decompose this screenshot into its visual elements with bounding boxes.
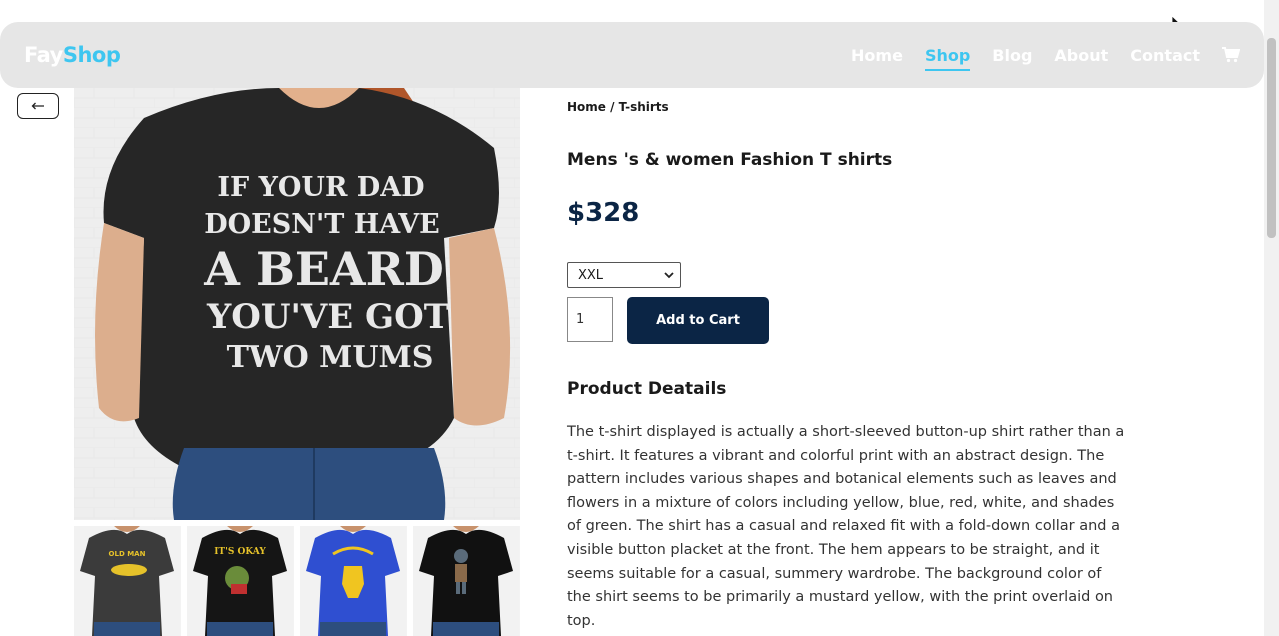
nav-home[interactable]: Home (851, 46, 903, 65)
quantity-input[interactable]: 1 (567, 297, 613, 342)
nav-about[interactable]: About (1054, 46, 1108, 65)
size-select[interactable]: XXL (567, 262, 681, 288)
add-to-cart-button[interactable]: Add to Cart (627, 297, 769, 344)
navbar: FayShop Home Shop Blog About Contact (0, 22, 1264, 88)
breadcrumb[interactable]: Home / T-shirts (567, 100, 669, 114)
chevron-down-icon (664, 271, 674, 278)
logo[interactable]: FayShop (24, 43, 121, 67)
shirt-print-line: A BEARD (203, 242, 443, 296)
thumbnail-print: OLD MAN (109, 550, 146, 558)
back-button[interactable] (17, 93, 59, 119)
thumbnail-4[interactable] (413, 526, 520, 636)
product-title: Mens 's & women Fashion T shirts (567, 150, 893, 170)
thumbnail-strip: OLD MAN IT'S OKAY (74, 526, 520, 636)
thumbnail-3[interactable] (300, 526, 407, 636)
thumbnail-1[interactable]: OLD MAN (74, 526, 181, 636)
nav-blog[interactable]: Blog (992, 46, 1032, 65)
scrollbar[interactable] (1264, 0, 1279, 636)
nav-links: Home Shop Blog About Contact (829, 46, 1240, 71)
shirt-print-line: DOESN'T HAVE (204, 209, 439, 240)
shirt-print-line: YOU'VE GOT (206, 297, 449, 337)
cart-icon[interactable] (1222, 47, 1240, 63)
product-price: $328 (567, 198, 640, 228)
logo-part-2: Shop (62, 43, 121, 67)
shirt-print-line: TWO MUMS (227, 340, 434, 375)
nav-contact[interactable]: Contact (1130, 46, 1200, 65)
nav-shop[interactable]: Shop (924, 46, 971, 71)
thumbnail-print: IT'S OKAY (214, 547, 266, 557)
shirt-print-line: IF YOUR DAD (217, 172, 424, 203)
product-description: The t-shirt displayed is actually a shor… (567, 424, 1125, 629)
scrollbar-thumb[interactable] (1267, 38, 1276, 238)
size-select-value: XXL (578, 267, 604, 283)
thumbnail-2[interactable]: IT'S OKAY (187, 526, 294, 636)
arrow-left-icon (31, 102, 44, 110)
logo-part-1: Fay (24, 43, 63, 67)
product-main-image: IF YOUR DAD DOESN'T HAVE A BEARD YOU'VE … (74, 88, 520, 520)
details-heading: Product Deatails (567, 379, 727, 399)
